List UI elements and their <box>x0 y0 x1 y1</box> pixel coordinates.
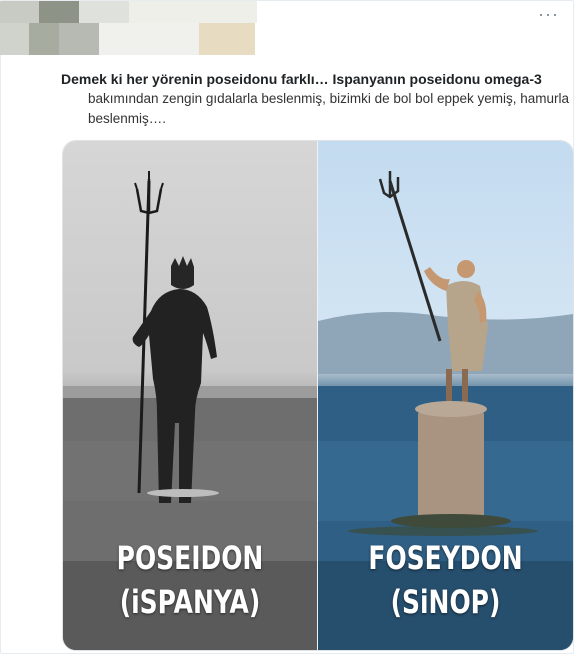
tweet-text: Demek ki her yörenin poseidonu farklı… I… <box>61 69 569 129</box>
poseidon-caption-name: POSEIDON <box>116 539 264 577</box>
tweet-text-bold: Demek ki her yörenin poseidonu farklı… I… <box>61 71 542 87</box>
tweet-text-rest: bakımından zengin gıdalarla beslenmiş, b… <box>88 91 570 126</box>
foseydon-sinop-photo: FOSEYDON (SiNOP) <box>318 141 573 650</box>
blurred-author-header <box>0 1 257 55</box>
more-horizontal-icon: ··· <box>538 4 559 24</box>
foseydon-caption-country: (SiNOP) <box>390 583 501 621</box>
tweet-card: ··· Demek ki her yörenin poseidonu farkl… <box>0 0 574 654</box>
more-options-button[interactable]: ··· <box>538 4 559 24</box>
foseydon-caption-name: FOSEYDON <box>368 539 523 577</box>
poseidon-caption-country: (iSPANYA) <box>119 583 261 621</box>
poseidon-spain-photo: POSEIDON (iSPANYA) <box>63 141 317 650</box>
tweet-media[interactable]: POSEIDON (iSPANYA) FOSEYDON (SiNOP) <box>62 140 574 651</box>
